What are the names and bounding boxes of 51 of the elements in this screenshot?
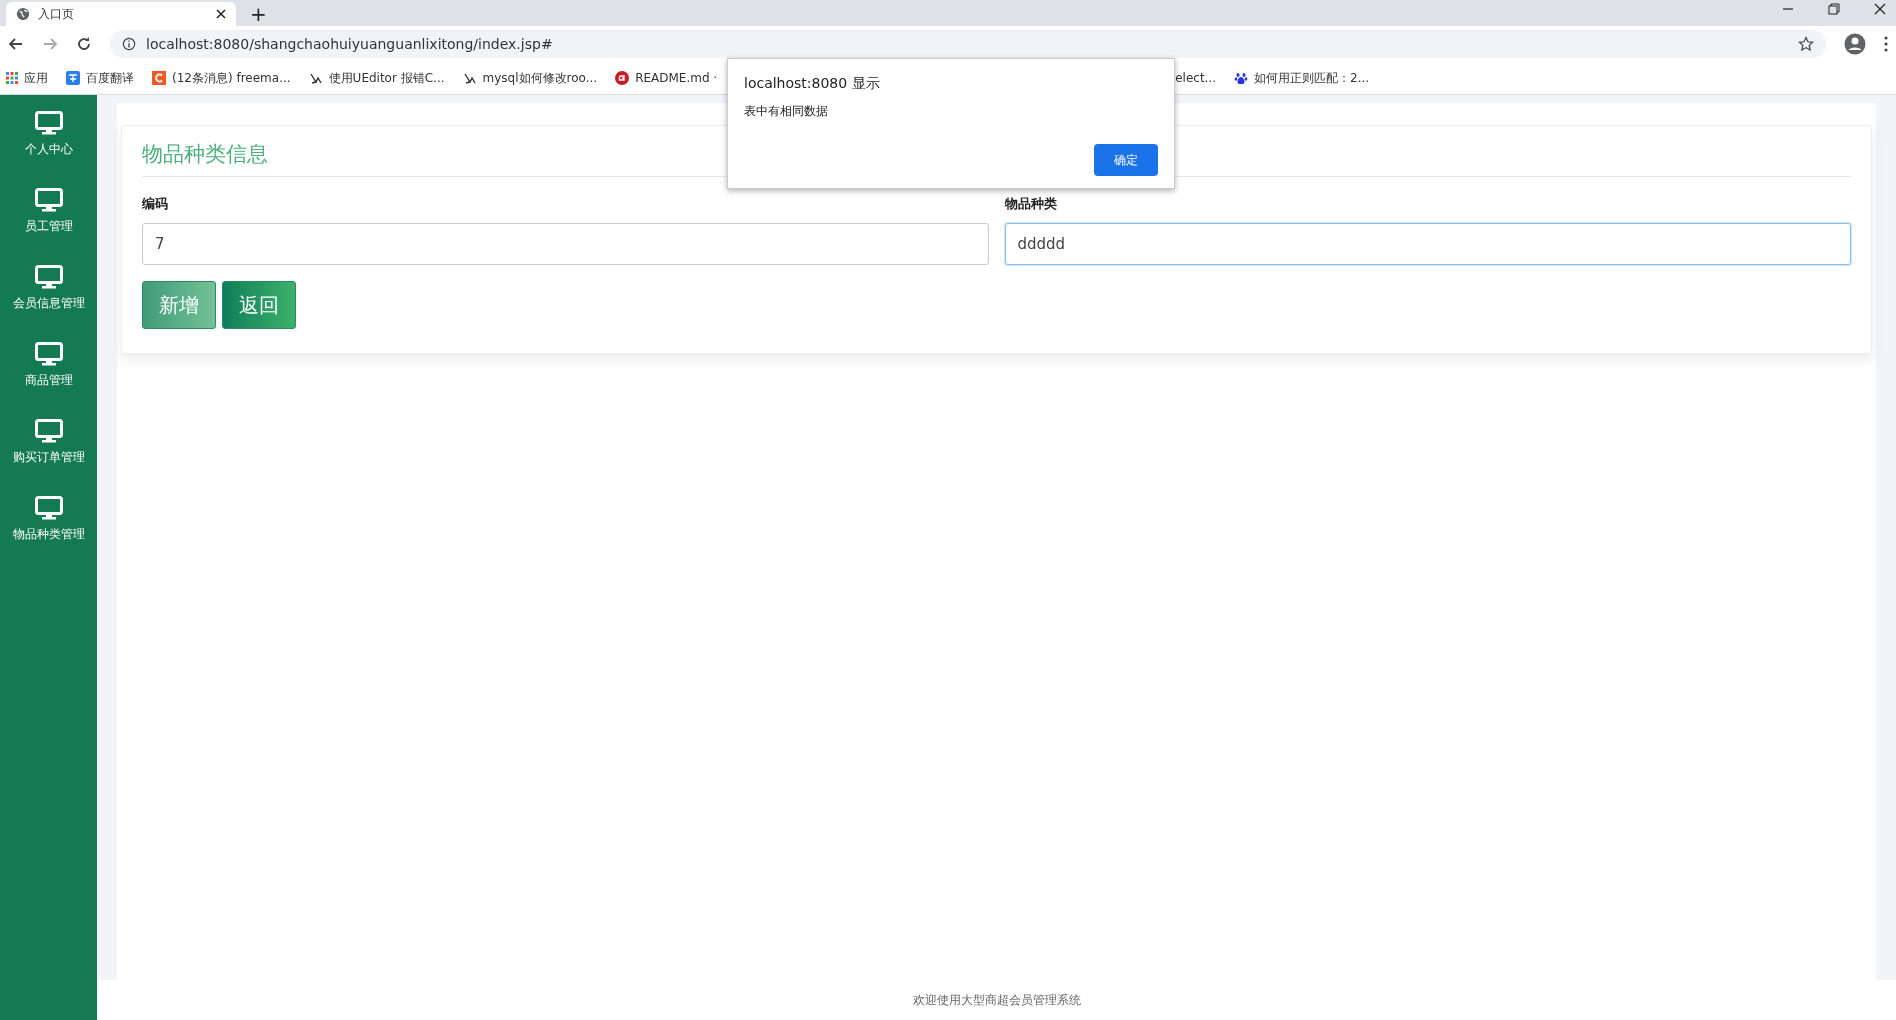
bookmark[interactable]: 如何用正则匹配：2... xyxy=(1234,69,1370,87)
g-logo-icon xyxy=(615,71,630,85)
field-label: 物品种类 xyxy=(1004,195,1058,213)
footer-text: 欢迎使用大型商超会员管理系统 xyxy=(97,980,1896,1020)
bookmark[interactable]: mysql如何修改roo... xyxy=(462,69,598,87)
bird-icon xyxy=(462,71,477,85)
bookmark[interactable]: README.md · xyxy=(615,71,718,85)
monitor-icon xyxy=(34,496,63,520)
sidebar-item[interactable]: 员工管理 xyxy=(0,188,97,265)
sidebar-item[interactable]: 个人中心 xyxy=(0,111,97,188)
globe-icon xyxy=(16,7,30,21)
reload-icon[interactable] xyxy=(76,36,92,52)
browser-tab[interactable]: 入口页 xyxy=(6,2,236,26)
monitor-icon xyxy=(34,342,63,366)
field-label: 编码 xyxy=(142,195,169,213)
tab-title: 入口页 xyxy=(38,5,75,23)
info-icon xyxy=(122,37,136,51)
monitor-icon xyxy=(34,265,63,289)
sidebar-item[interactable]: 物品种类管理 xyxy=(0,496,97,573)
ok-button[interactable]: 确定 xyxy=(1094,144,1158,176)
input-field[interactable]: 7 xyxy=(142,223,989,265)
dialog-title: localhost:8080 显示 xyxy=(744,75,881,93)
bookmark[interactable]: elect... xyxy=(1175,71,1217,85)
back-icon[interactable] xyxy=(8,36,24,52)
bird-icon xyxy=(308,71,323,85)
paw-icon xyxy=(1234,71,1249,85)
back-button[interactable]: 返回 xyxy=(222,281,296,329)
bookmark[interactable]: 应用 xyxy=(6,69,48,87)
bookmark[interactable]: 百度翻译 xyxy=(66,69,134,87)
close-icon[interactable] xyxy=(216,9,226,19)
monitor-icon xyxy=(34,419,63,443)
monitor-icon xyxy=(34,111,63,135)
address-bar[interactable]: localhost:8080/shangchaohuiyuanguanlixitong/index.jsp# xyxy=(110,30,1826,58)
dialog-message: 表中有相同数据 xyxy=(744,103,829,120)
menu-icon[interactable] xyxy=(1884,36,1888,52)
bookmark[interactable]: (12条消息) freema... xyxy=(152,69,291,87)
star-icon[interactable] xyxy=(1798,36,1814,52)
restore-icon[interactable] xyxy=(1828,3,1840,15)
sidebar-item[interactable]: 购买订单管理 xyxy=(0,419,97,496)
account-icon[interactable] xyxy=(1844,33,1866,55)
sidebar-item[interactable]: 会员信息管理 xyxy=(0,265,97,342)
bookmark[interactable]: 使用UEditor 报错C... xyxy=(308,69,445,87)
monitor-icon xyxy=(34,188,63,212)
apps-icon xyxy=(6,72,18,84)
input-field[interactable]: ddddd xyxy=(1004,223,1851,265)
url-text: localhost:8080/shangchaohuiyuanguanlixitong/index.jsp# xyxy=(146,36,553,52)
translate-icon xyxy=(66,71,80,85)
close-icon[interactable] xyxy=(1874,3,1886,15)
c-logo-icon xyxy=(152,71,166,85)
sidebar-item[interactable]: 商品管理 xyxy=(0,342,97,419)
new-tab-button[interactable]: + xyxy=(250,2,267,26)
